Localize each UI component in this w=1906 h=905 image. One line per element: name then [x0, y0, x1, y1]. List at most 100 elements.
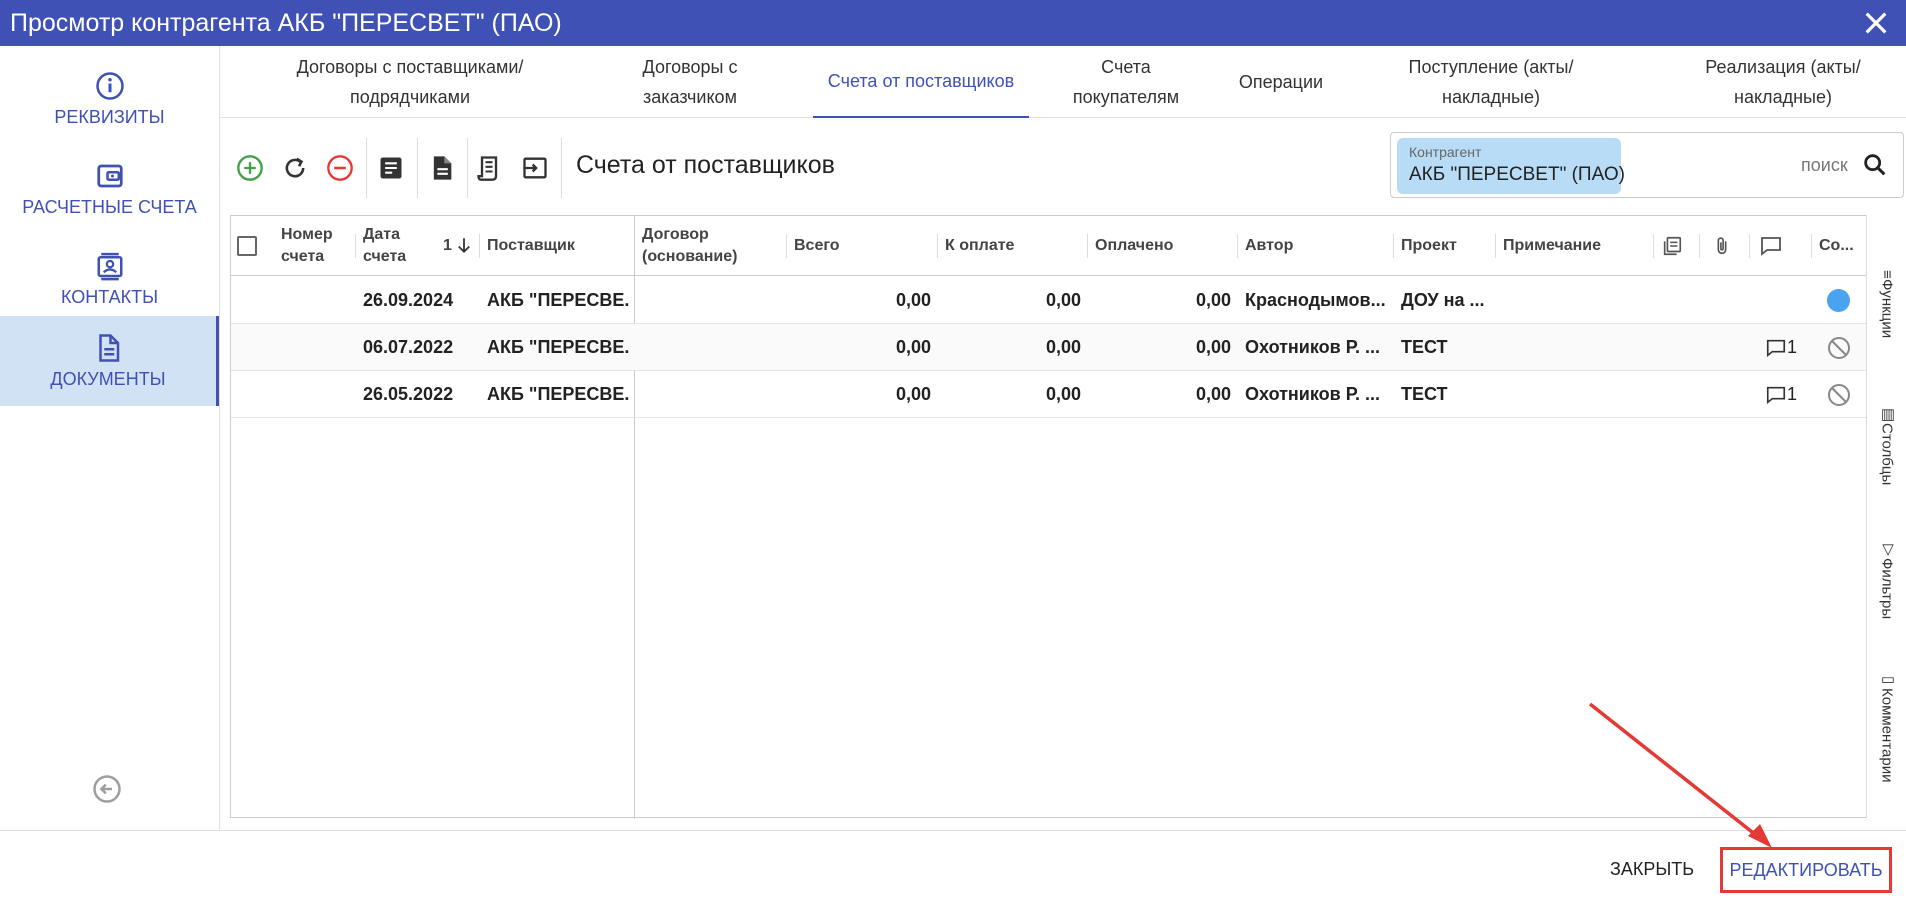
page-title: Счета от поставщиков	[576, 151, 835, 179]
toolbar: Счета от поставщиков Контрагент АКБ "ПЕР…	[220, 118, 1906, 214]
receipt-button[interactable]	[469, 148, 509, 188]
cell-project: ТЕСТ	[1401, 384, 1448, 404]
col-header-project[interactable]: Проект	[1395, 216, 1485, 276]
attachment-icon[interactable]	[1711, 235, 1733, 257]
tab-bar: Договоры с поставщиками/ подрядчиками До…	[220, 46, 1906, 118]
export-button[interactable]	[515, 148, 555, 188]
col-header-number[interactable]: Номер счета	[275, 216, 355, 276]
title-bar: Просмотр контрагента АКБ "ПЕРЕСВЕТ" (ПАО…	[0, 0, 1906, 46]
comment-icon[interactable]	[1759, 234, 1783, 258]
doc-button[interactable]	[422, 148, 462, 188]
select-all-checkbox[interactable]	[237, 236, 257, 256]
cell-author: Охотников Р. ...	[1245, 337, 1381, 357]
contact-card-icon	[97, 252, 122, 280]
col-divider	[1653, 234, 1654, 258]
col-divider	[355, 234, 356, 258]
col-divider	[479, 234, 480, 258]
comments-panel-tab[interactable]: ▭ Комментарии	[1873, 670, 1901, 782]
filters-panel-tab[interactable]: ▽ Фильтры	[1873, 540, 1901, 619]
close-icon[interactable]	[1860, 7, 1892, 39]
cell-total: 0,00	[895, 337, 931, 357]
wallet-icon	[96, 164, 123, 187]
col-divider	[1393, 234, 1394, 258]
col-header-supplier[interactable]: Поставщик	[481, 216, 631, 276]
doc-list-button[interactable]	[371, 148, 411, 188]
cell-paid: 0,00	[1195, 290, 1231, 310]
comment-count: 1	[1787, 384, 1798, 404]
sidebar-item-documents[interactable]: ДОКУМЕНТЫ	[0, 316, 219, 406]
cell-number	[275, 277, 353, 324]
doc-list-icon	[380, 157, 402, 179]
search-input[interactable]: поиск	[1801, 155, 1848, 176]
table-row[interactable]: 26.09.2024 АКБ "ПЕРЕСВЕ... 0,00 0,00 0,0…	[231, 277, 1866, 324]
export-icon	[523, 157, 547, 179]
search-box[interactable]: Контрагент АКБ "ПЕРЕСВЕТ" (ПАО) поиск	[1390, 132, 1904, 198]
col-divider	[1087, 234, 1088, 258]
toolbar-divider	[366, 138, 367, 198]
col-header-author[interactable]: Автор	[1239, 216, 1379, 276]
cell-paid: 0,00	[1195, 337, 1231, 357]
comment-icon: ▭	[1879, 670, 1896, 688]
tab-supplier-contracts[interactable]: Договоры с поставщиками/ подрядчиками	[250, 46, 570, 118]
tab-customer-contracts[interactable]: Договоры с заказчиком	[615, 46, 765, 118]
cell-number	[275, 371, 353, 418]
cell-author: Краснодымов...	[1245, 290, 1386, 310]
comment-icon[interactable]	[1765, 384, 1787, 406]
edit-button[interactable]: РЕДАКТИРОВАТЬ	[1720, 847, 1892, 893]
sidebar-item-accounts[interactable]: РАСЧЕТНЫЕ СЧЕТА	[0, 144, 219, 234]
cell-date: 26.09.2024	[363, 290, 454, 310]
tab-supplier-invoices[interactable]: Счета от поставщиков	[813, 46, 1029, 118]
tab-operations[interactable]: Операции	[1223, 46, 1339, 118]
collapse-sidebar-icon[interactable]	[92, 774, 122, 804]
col-header-date[interactable]: Дата счета	[357, 216, 427, 276]
side-tool-panel: ≡ Функции ▥ Столбцы ▽ Фильтры ▭ Коммента…	[1866, 215, 1906, 818]
columns-icon: ▥	[1879, 405, 1896, 423]
invoices-table: Номер счета Дата счета 1 Поставщик Догов…	[230, 215, 1867, 819]
tab-receipts[interactable]: Поступление (акты/ накладные)	[1386, 46, 1596, 118]
col-header-total[interactable]: Всего	[788, 216, 928, 276]
columns-panel-tab[interactable]: ▥ Столбцы	[1873, 405, 1901, 485]
sort-desc-icon[interactable]	[455, 236, 473, 254]
col-divider	[786, 234, 787, 258]
search-icon[interactable]	[1861, 151, 1889, 179]
close-button[interactable]: ЗАКРЫТЬ	[1610, 859, 1694, 880]
tab-sales[interactable]: Реализация (акты/ накладные)	[1683, 46, 1883, 118]
filter-chip[interactable]: Контрагент АКБ "ПЕРЕСВЕТ" (ПАО)	[1397, 138, 1625, 194]
doc-icon	[433, 156, 452, 180]
cell-number	[275, 324, 353, 371]
add-button[interactable]	[230, 148, 270, 188]
sidebar-item-label: РЕКВИЗИТЫ	[54, 106, 165, 127]
col-header-to-pay[interactable]: К оплате	[939, 216, 1079, 276]
col-header-note[interactable]: Примечание	[1497, 216, 1637, 276]
sidebar-item-contacts[interactable]: КОНТАКТЫ	[0, 234, 219, 324]
status-active-icon	[1827, 289, 1850, 312]
cell-date: 26.05.2022	[363, 384, 454, 404]
toolbar-divider	[467, 138, 468, 198]
document-icon	[99, 333, 120, 362]
sidebar-item-requisites[interactable]: РЕКВИЗИТЫ	[0, 54, 219, 144]
cell-supplier: АКБ "ПЕРЕСВЕ...	[487, 290, 629, 310]
sidebar-item-label: КОНТАКТЫ	[60, 286, 159, 307]
cell-date: 06.07.2022	[363, 337, 454, 357]
cell-project: ДОУ на ...	[1401, 290, 1485, 310]
remove-icon	[327, 155, 353, 181]
toolbar-divider	[417, 138, 418, 198]
cell-paid: 0,00	[1195, 384, 1231, 404]
cell-contract	[641, 371, 781, 418]
cell-note	[1503, 324, 1643, 371]
tab-customer-invoices[interactable]: Счета покупателям	[1060, 46, 1192, 118]
table-row[interactable]: 06.07.2022 АКБ "ПЕРЕСВЕ... 0,00 0,00 0,0…	[231, 324, 1866, 371]
col-header-contract[interactable]: Договор (основание)	[636, 216, 776, 276]
functions-panel-tab[interactable]: ≡ Функции	[1873, 270, 1901, 338]
cell-supplier: АКБ "ПЕРЕСВЕ...	[487, 384, 629, 404]
documents-column-icon[interactable]	[1661, 235, 1683, 257]
col-header-status[interactable]: Со...	[1813, 216, 1863, 276]
remove-button[interactable]	[320, 148, 360, 188]
cell-to-pay: 0,00	[1045, 337, 1081, 357]
table-header: Номер счета Дата счета 1 Поставщик Догов…	[231, 216, 1866, 276]
footer-bar: ЗАКРЫТЬ РЕДАКТИРОВАТЬ	[0, 830, 1906, 905]
comment-icon[interactable]	[1765, 337, 1787, 359]
table-row[interactable]: 26.05.2022 АКБ "ПЕРЕСВЕ... 0,00 0,00 0,0…	[231, 371, 1866, 418]
col-header-paid[interactable]: Оплачено	[1089, 216, 1229, 276]
refresh-button[interactable]	[275, 148, 315, 188]
